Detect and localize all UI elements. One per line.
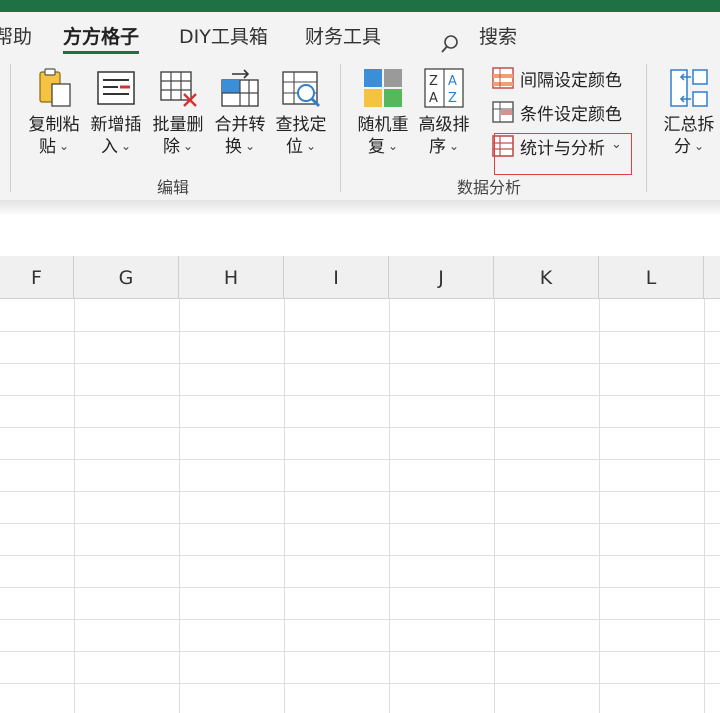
insert-rows-icon <box>94 66 138 110</box>
column-header-row: F G H I J K L <box>0 256 720 299</box>
advanced-sort-label-2: 序 <box>428 137 446 157</box>
svg-text:A: A <box>429 91 438 106</box>
column-header-h[interactable]: H <box>179 256 284 298</box>
group-divider <box>10 64 11 192</box>
delete-grid-icon <box>156 66 200 110</box>
advanced-sort-button[interactable]: Z A A Z 高级排 序 ⌄ <box>414 66 474 159</box>
column-gridline <box>179 299 180 713</box>
group-divider <box>340 64 341 192</box>
advanced-sort-label: 高级排 <box>418 115 470 135</box>
copy-paste-label: 复制粘 <box>28 115 80 135</box>
column-gridline <box>74 299 75 713</box>
row-gridline <box>0 651 720 652</box>
chevron-down-icon: ⌄ <box>448 139 460 153</box>
column-header-g[interactable]: G <box>74 256 179 298</box>
row-gridline <box>0 395 720 396</box>
merge-convert-label-2: 换 <box>224 137 242 157</box>
conditional-color-label: 条件设定颜色 <box>520 104 622 125</box>
copy-paste-button[interactable]: 复制粘 贴 ⌄ <box>24 66 84 159</box>
row-gridline <box>0 459 720 460</box>
column-header-f[interactable]: F <box>0 256 74 298</box>
interval-color-label: 间隔设定颜色 <box>520 70 622 91</box>
row-gridline <box>0 331 720 332</box>
edit-group-label: 编辑 <box>157 178 190 197</box>
row-gridline <box>0 363 720 364</box>
column-gridline <box>704 299 705 713</box>
clipboard-icon <box>32 66 76 110</box>
insert-label: 新增插 <box>90 115 142 135</box>
find-locate-button[interactable]: 查找定 位 ⌄ <box>271 66 331 159</box>
search-label[interactable]: 搜索 <box>479 22 517 49</box>
merge-convert-label: 合并转 <box>214 115 266 135</box>
chevron-down-icon: ⌄ <box>182 139 194 153</box>
ribbon-tab-bar: 帮助 方方格子 DIY工具箱 财务工具 搜索 <box>0 12 720 58</box>
tab-finance-tools[interactable]: 财务工具 <box>305 22 381 49</box>
svg-text:A: A <box>448 74 457 89</box>
summary-split-button[interactable]: 汇总拆 分 ⌄ <box>659 66 719 159</box>
chevron-down-icon: ⌄ <box>244 139 256 153</box>
tab-help[interactable]: 帮助 <box>0 22 32 49</box>
column-header-i[interactable]: I <box>284 256 389 298</box>
group-divider <box>646 64 647 192</box>
tab-fangfang-gezi[interactable]: 方方格子 <box>63 22 139 49</box>
formula-bar[interactable] <box>0 214 720 257</box>
chevron-down-icon: ⌄ <box>120 139 132 153</box>
merge-convert-button[interactable]: 合并转 换 ⌄ <box>210 66 270 159</box>
column-header-k[interactable]: K <box>494 256 599 298</box>
row-gridline <box>0 491 720 492</box>
insert-button[interactable]: 新增插 入 ⌄ <box>86 66 146 159</box>
batch-delete-label: 批量删 <box>152 115 204 135</box>
column-header-j[interactable]: J <box>389 256 494 298</box>
random-repeat-label-2: 复 <box>367 137 385 157</box>
row-gridline <box>0 587 720 588</box>
column-header-l[interactable]: L <box>599 256 704 298</box>
chevron-down-icon: ⌄ <box>387 139 399 153</box>
summary-split-icon <box>667 66 711 110</box>
merge-cells-icon <box>218 66 262 110</box>
row-gridline <box>0 427 720 428</box>
random-tiles-icon <box>361 66 405 110</box>
batch-delete-button[interactable]: 批量删 除 ⌄ <box>148 66 208 159</box>
conditional-color-icon <box>492 101 514 123</box>
ribbon: 复制粘 贴 ⌄ 新增插 入 ⌄ 批量删 除 ⌄ 合并转 换 ⌄ 查找定 位 ⌄ … <box>0 58 720 200</box>
conditional-color-button[interactable]: 条件设定颜色 <box>492 98 622 126</box>
column-header-m[interactable] <box>704 256 720 298</box>
insert-label-2: 入 <box>100 137 118 157</box>
data-analysis-group-label: 数据分析 <box>457 178 522 197</box>
summary-split-label-2: 分 <box>673 137 691 157</box>
chevron-down-icon: ⌄ <box>58 139 70 153</box>
chevron-down-icon: ⌄ <box>305 139 317 153</box>
interval-color-button[interactable]: 间隔设定颜色 <box>492 64 622 92</box>
column-gridline <box>494 299 495 713</box>
chevron-down-icon: ⌄ <box>693 139 705 153</box>
sort-az-icon: Z A A Z <box>422 66 466 110</box>
cell-grid[interactable] <box>0 299 720 713</box>
random-repeat-button[interactable]: 随机重 复 ⌄ <box>353 66 413 159</box>
find-grid-icon <box>279 66 323 110</box>
random-repeat-label: 随机重 <box>357 115 409 135</box>
summary-split-label: 汇总拆 <box>663 115 715 135</box>
row-gridline <box>0 523 720 524</box>
tab-diy-toolbox[interactable]: DIY工具箱 <box>179 22 268 49</box>
copy-paste-label-2: 贴 <box>38 137 56 157</box>
search-icon[interactable] <box>440 34 460 58</box>
column-gridline <box>389 299 390 713</box>
svg-text:Z: Z <box>429 74 438 89</box>
column-gridline <box>284 299 285 713</box>
row-gridline <box>0 619 720 620</box>
find-locate-label-2: 位 <box>285 137 303 157</box>
batch-delete-label-2: 除 <box>162 137 180 157</box>
column-gridline <box>599 299 600 713</box>
row-gridline <box>0 683 720 684</box>
svg-text:Z: Z <box>448 91 457 106</box>
highlight-box <box>494 133 632 175</box>
row-gridline <box>0 555 720 556</box>
ribbon-shadow <box>0 200 720 214</box>
active-tab-underline <box>63 51 139 54</box>
interval-color-icon <box>492 67 514 89</box>
find-locate-label: 查找定 <box>275 115 327 135</box>
title-bar <box>0 0 720 12</box>
